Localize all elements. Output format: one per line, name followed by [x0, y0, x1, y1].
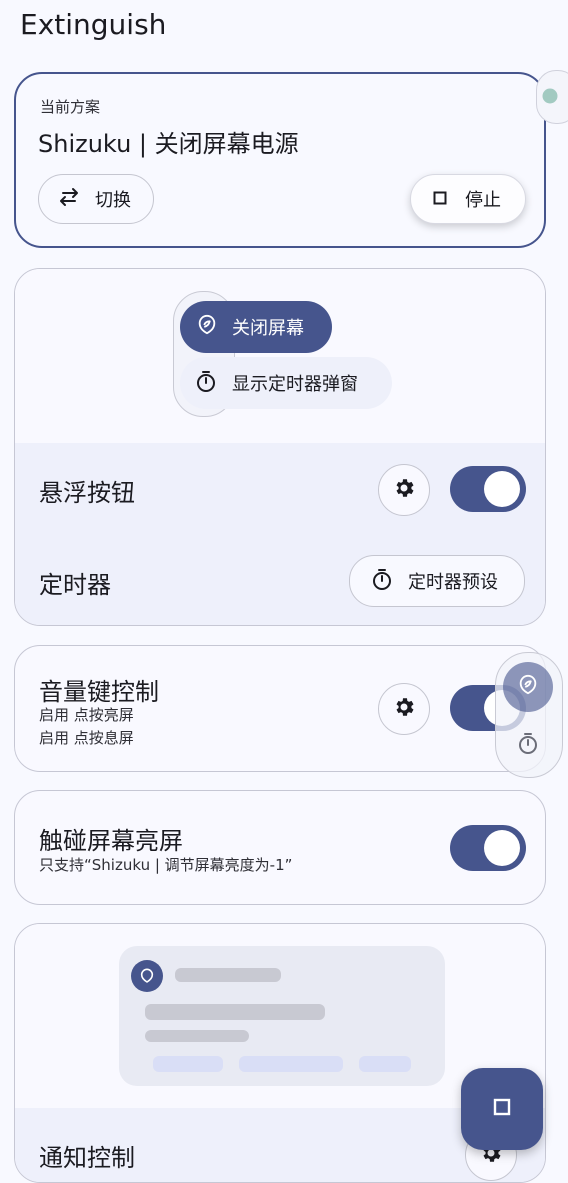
- floating-button-card: 关闭屏幕 显示定时器弹窗 悬浮按钮 定时器 定时器预设: [14, 268, 546, 626]
- floating-settings-button[interactable]: [378, 464, 430, 516]
- close-screen-label: 关闭屏幕: [232, 318, 304, 339]
- volume-control-card: 音量键控制 启用 点按亮屏 启用 点按息屏: [14, 645, 546, 772]
- floating-bubble-main-button[interactable]: [503, 662, 553, 712]
- notification-control-title: 通知控制: [39, 1144, 135, 1172]
- volume-settings-button[interactable]: [378, 683, 430, 735]
- stop-button[interactable]: 停止: [410, 174, 526, 224]
- placeholder-action: [239, 1056, 343, 1072]
- volume-control-line1: 启用 点按亮屏: [39, 706, 134, 724]
- volume-control-line2: 启用 点按息屏: [39, 729, 134, 747]
- leaf-shield-icon: [131, 960, 163, 992]
- volume-control-title: 音量键控制: [39, 678, 159, 706]
- toggle-knob: [484, 830, 520, 866]
- leaf-shield-icon: [196, 314, 218, 341]
- stopwatch-icon: [370, 567, 394, 596]
- placeholder-action: [359, 1056, 411, 1072]
- timer-title: 定时器: [39, 571, 111, 599]
- stopwatch-icon: [519, 733, 537, 754]
- leaf-shield-icon: [517, 674, 539, 700]
- show-timer-chip[interactable]: 显示定时器弹窗: [180, 357, 392, 409]
- switch-button[interactable]: 切换: [38, 174, 154, 224]
- floating-preview-area: [15, 269, 545, 443]
- current-scheme-label: 当前方案: [40, 98, 101, 116]
- stop-fab[interactable]: [461, 1068, 543, 1150]
- timer-preset-button[interactable]: 定时器预设: [349, 555, 525, 607]
- placeholder-line: [175, 968, 281, 982]
- show-timer-label: 显示定时器弹窗: [232, 374, 358, 395]
- square-stop-icon: [433, 189, 447, 210]
- stopwatch-icon: [194, 369, 218, 398]
- touch-wake-toggle[interactable]: [450, 825, 526, 871]
- current-scheme-value: Shizuku | 关闭屏幕电源: [38, 130, 299, 158]
- square-stop-icon: [492, 1097, 512, 1121]
- touch-wake-card: 触碰屏幕亮屏 只支持“Shizuku | 调节屏幕亮度为-1”: [14, 790, 546, 905]
- switch-button-label: 切换: [95, 190, 131, 211]
- current-scheme-card: 当前方案 Shizuku | 关闭屏幕电源 切换 停止: [14, 72, 546, 248]
- swap-arrows-icon: [57, 185, 81, 214]
- notification-control-card: 通知控制: [14, 923, 546, 1183]
- toggle-knob: [484, 471, 520, 507]
- gear-icon: [392, 695, 416, 723]
- edge-floating-bubble[interactable]: [536, 70, 568, 124]
- placeholder-line: [145, 1004, 325, 1020]
- floating-button-toggle[interactable]: [450, 466, 526, 512]
- app-title: Extinguish: [20, 8, 167, 41]
- touch-wake-title: 触碰屏幕亮屏: [39, 827, 183, 855]
- floating-button-title: 悬浮按钮: [39, 479, 135, 507]
- gear-icon: [392, 476, 416, 504]
- stop-button-label: 停止: [465, 190, 501, 211]
- placeholder-action: [153, 1056, 223, 1072]
- notification-mockup: [119, 946, 445, 1086]
- timer-preset-label: 定时器预设: [408, 572, 498, 593]
- close-screen-chip[interactable]: 关闭屏幕: [180, 301, 332, 353]
- placeholder-line: [145, 1030, 249, 1042]
- touch-wake-subtitle: 只支持“Shizuku | 调节屏幕亮度为-1”: [39, 856, 293, 874]
